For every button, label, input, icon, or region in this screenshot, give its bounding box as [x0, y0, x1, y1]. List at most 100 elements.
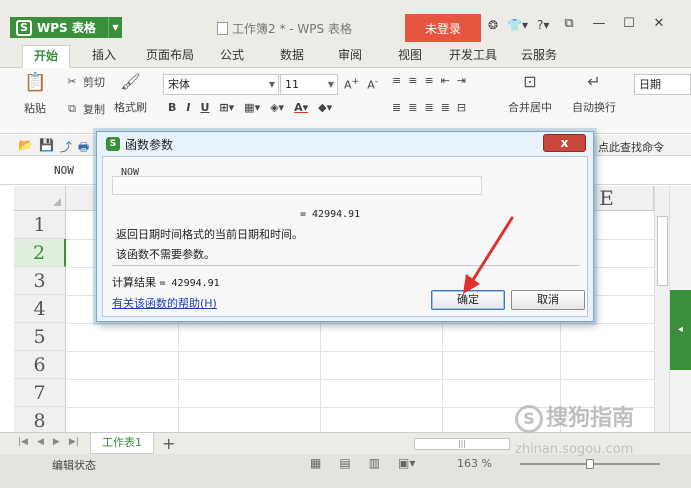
tab-data[interactable]: 数据: [270, 45, 314, 68]
save-icon[interactable]: 💾: [39, 138, 54, 159]
login-button[interactable]: 未登录: [405, 14, 481, 42]
find-command-search[interactable]: 点此查找命令: [598, 139, 664, 155]
font-color-button[interactable]: A▾: [294, 101, 308, 114]
function-argument-note: 该函数不需要参数。: [116, 248, 215, 261]
tab-formulas[interactable]: 公式: [212, 45, 252, 68]
prev-sheet-icon[interactable]: ◀: [37, 437, 44, 447]
export-icon[interactable]: ⤴: [60, 138, 72, 159]
scrollbar-thumb[interactable]: [657, 216, 668, 286]
fill-color-icon[interactable]: ◈▾: [270, 101, 284, 114]
next-sheet-icon[interactable]: ▶: [53, 437, 60, 447]
font-color-label: A: [294, 101, 303, 114]
underline-button[interactable]: U: [200, 101, 209, 114]
row-header[interactable]: 4: [14, 295, 66, 323]
tab-home[interactable]: 开始: [22, 45, 70, 68]
tab-page-layout[interactable]: 页面布局: [140, 45, 200, 68]
name-box[interactable]: NOW: [14, 161, 108, 181]
zoom-level[interactable]: 163 %: [457, 457, 492, 470]
minimize-icon[interactable]: —: [590, 16, 608, 31]
number-format-select[interactable]: 日期: [634, 74, 691, 95]
paste-button[interactable]: 📋 粘贴: [24, 74, 46, 116]
align-right-icon[interactable]: ≣: [424, 101, 433, 114]
function-inline-result: = 42994.91: [300, 209, 361, 220]
app-menu-button[interactable]: S WPS 表格 ▼: [10, 17, 122, 38]
help-icon[interactable]: ?▾: [537, 18, 549, 32]
select-all-corner[interactable]: [14, 186, 66, 211]
function-description: 返回日期时间格式的当前日期和时间。: [116, 228, 303, 241]
tab-insert[interactable]: 插入: [82, 45, 126, 68]
function-argument-field[interactable]: [112, 176, 482, 195]
wrap-text-button[interactable]: ↵ 自动换行: [572, 74, 616, 115]
row-header[interactable]: 6: [14, 351, 66, 379]
justify-icon[interactable]: ≣: [441, 101, 450, 114]
wrap-text-icon: ↵: [587, 72, 601, 91]
zoom-slider-knob[interactable]: [586, 459, 594, 469]
row-header[interactable]: 1: [14, 211, 66, 239]
copy-button[interactable]: ⧉ 复制: [64, 101, 105, 117]
calc-result-value: = 42994.91: [159, 278, 220, 289]
print-icon[interactable]: 🖶: [78, 138, 89, 159]
align-left-icon[interactable]: ≣: [392, 101, 401, 114]
title-bar: S WPS 表格 ▼ 工作簿2 * - WPS 表格 未登录 ❂ 👕▾ ?▾ ⧉…: [0, 0, 691, 42]
shrink-font-icon[interactable]: A-: [367, 76, 378, 92]
add-sheet-button[interactable]: +: [162, 434, 175, 453]
skin-icon[interactable]: ❂: [488, 18, 498, 32]
grow-font-icon[interactable]: A+: [344, 76, 359, 92]
restore-icon[interactable]: ⧉: [560, 16, 578, 31]
view-mode-icons: ▦ ▤ ▥ ▣▾: [310, 456, 415, 470]
chevron-down-icon[interactable]: ▼: [108, 17, 122, 38]
clear-format-icon[interactable]: ◆▾: [318, 101, 332, 114]
page-layout-view-icon[interactable]: ▥: [369, 456, 380, 470]
cut-label: 剪切: [83, 76, 105, 89]
cancel-button[interactable]: 取消: [511, 290, 585, 310]
font-name-select[interactable]: 宋体 ▼: [163, 74, 279, 95]
normal-view-icon[interactable]: ▦: [310, 456, 321, 470]
maximize-icon[interactable]: ☐: [620, 16, 638, 31]
fill-grid-icon[interactable]: ▦▾: [244, 101, 260, 114]
border-icon[interactable]: ⊞▾: [219, 101, 234, 114]
ok-button[interactable]: 确定: [431, 290, 505, 310]
alignment-bottom-group: ≣ ≣ ≣ ≣ ⊟: [392, 101, 466, 114]
row-header[interactable]: 5: [14, 323, 66, 351]
page-break-view-icon[interactable]: ▤: [339, 456, 350, 470]
close-icon[interactable]: ✕: [650, 16, 668, 31]
window-controls: ⧉ — ☐ ✕: [560, 16, 668, 31]
indent-increase-icon[interactable]: ⇥: [457, 74, 466, 87]
zoom-slider[interactable]: [520, 459, 660, 469]
reading-mode-icon[interactable]: ▣▾: [398, 456, 415, 470]
dialog-close-button[interactable]: x: [543, 134, 586, 152]
align-center-icon[interactable]: ≣: [408, 101, 417, 114]
bold-button[interactable]: B: [168, 101, 176, 114]
tab-developer[interactable]: 开发工具: [443, 45, 503, 68]
watermark-brand: 搜狗指南: [546, 406, 635, 431]
format-painter-button[interactable]: 🖌 格式刷: [114, 74, 147, 115]
first-sheet-icon[interactable]: |◀: [18, 437, 28, 447]
tab-cloud[interactable]: 云服务: [514, 45, 564, 68]
shirt-icon[interactable]: 👕▾: [507, 18, 528, 32]
align-bottom-icon[interactable]: ≡: [424, 74, 433, 87]
sheet-tab-active[interactable]: 工作表1: [90, 433, 154, 454]
sogou-watermark: S 搜狗指南: [515, 400, 634, 433]
merge-center-button[interactable]: ⊡ 合并居中: [508, 74, 552, 115]
vertical-scrollbar[interactable]: [654, 186, 669, 432]
italic-button[interactable]: I: [186, 101, 190, 114]
tab-review[interactable]: 审阅: [330, 45, 370, 68]
align-middle-icon[interactable]: ≡: [408, 74, 417, 87]
indent-decrease-icon[interactable]: ⇤: [441, 74, 450, 87]
row-header[interactable]: 3: [14, 267, 66, 295]
function-help-link[interactable]: 有关该函数的帮助(H): [112, 295, 217, 311]
document-title: 工作簿2 * - WPS 表格: [217, 20, 352, 37]
cut-button[interactable]: ✂ 剪切: [64, 74, 105, 90]
open-folder-icon[interactable]: 📂: [18, 138, 33, 159]
scrollbar-thumb[interactable]: |||: [414, 438, 510, 450]
distribute-icon[interactable]: ⊟: [457, 101, 466, 114]
tab-view[interactable]: 视图: [386, 45, 434, 68]
side-panel-toggle[interactable]: ◂: [670, 290, 691, 370]
last-sheet-icon[interactable]: ▶|: [69, 437, 79, 447]
font-grow-shrink: A+ A-: [344, 76, 378, 92]
row-header[interactable]: 8: [14, 407, 66, 432]
font-size-select[interactable]: 11 ▼: [280, 74, 338, 95]
row-header[interactable]: 7: [14, 379, 66, 407]
row-header-selected[interactable]: 2: [14, 239, 66, 267]
align-top-icon[interactable]: ≡: [392, 74, 401, 87]
